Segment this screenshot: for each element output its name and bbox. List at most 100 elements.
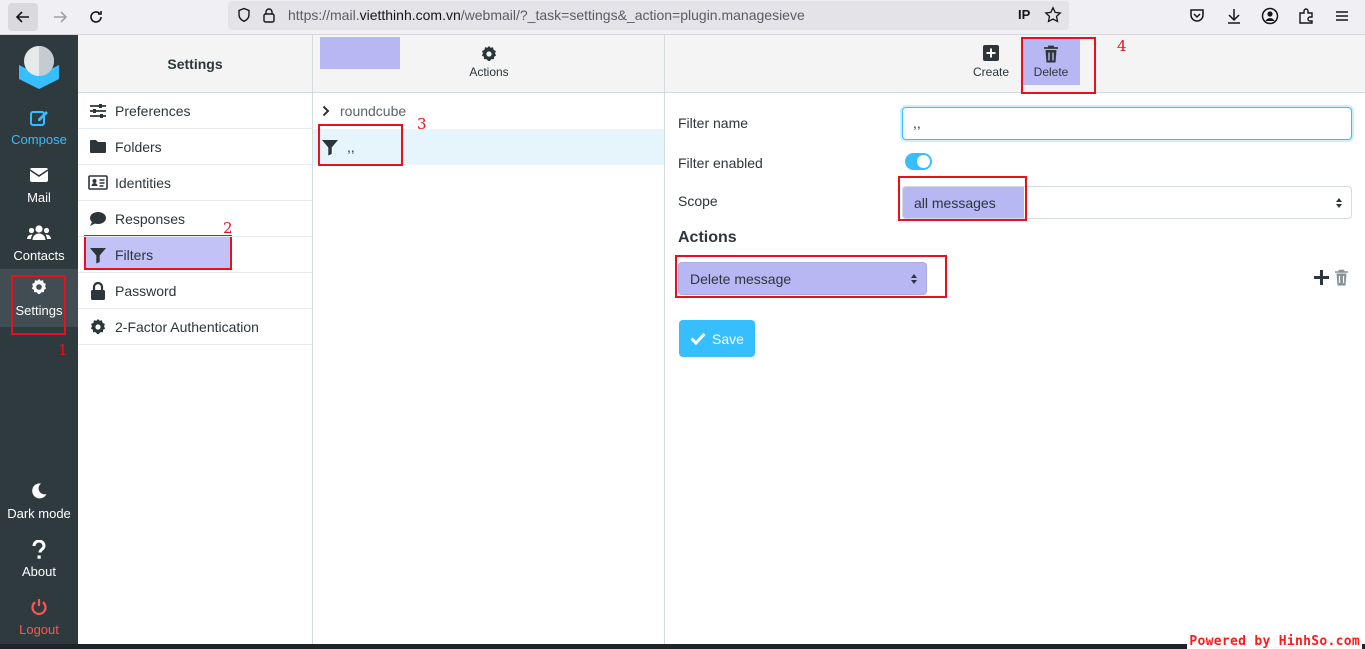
menu-label-preferences: Preferences [115,102,191,119]
menu-item-preferences[interactable]: Preferences [78,93,312,129]
compose-button[interactable]: Compose [0,102,78,158]
settings-menu: Settings Preferences Folders Identities … [78,35,313,644]
ip-badge[interactable]: IP [1018,7,1030,22]
menu-label-responses: Responses [115,210,186,227]
save-label: Save [712,330,744,347]
filter-item-content[interactable]: ,, [321,129,355,165]
url-prefix: https://mail. [288,7,360,23]
menu-icon[interactable] [1332,6,1352,26]
delete-action-icon[interactable] [1334,269,1349,289]
comment-icon [88,209,108,229]
lock-icon [88,281,108,301]
download-icon[interactable] [1224,6,1244,26]
roundcube-logo[interactable] [13,39,65,94]
filter-edit-panel: Create Delete Filter name ,, Filter enab… [665,35,1365,644]
arrow-right-icon [54,11,68,23]
shield-icon[interactable] [236,7,252,26]
menu-label-password: Password [115,282,177,299]
select-arrows-icon [910,273,918,285]
menu-label-2fa: 2-Factor Authentication [115,318,259,335]
url-path: /webmail/?_task=settings&_action=plugin.… [460,7,805,23]
url-domain: vietthinh.com.vn [359,7,461,23]
filter-enabled-label: Filter enabled [678,155,763,171]
dark-mode-label: Dark mode [7,506,71,521]
arrow-left-icon [15,11,29,23]
filter-icon [88,245,108,265]
menu-item-identities[interactable]: Identities [78,165,312,201]
reload-icon [90,11,102,23]
address-bar[interactable]: https://mail.vietthinh.com.vn/webmail/?_… [228,1,1069,30]
create-button[interactable]: Create [965,45,1017,79]
menu-item-password[interactable]: Password [78,273,312,309]
menu-label-folders: Folders [115,138,162,155]
menu-item-2fa[interactable]: 2-Factor Authentication [78,309,312,345]
mail-button[interactable]: Mail [0,160,78,216]
contacts-label: Contacts [13,248,65,263]
action-type-select[interactable]: Delete message [678,262,927,295]
lock-icon[interactable] [262,7,276,26]
delete-button[interactable]: Delete [1022,39,1080,85]
logout-label: Logout [19,622,59,637]
actions-section-title: Actions [678,229,737,246]
filter-icon [321,138,339,156]
back-button[interactable] [8,3,38,31]
mail-label: Mail [27,190,51,205]
select-arrows-icon [1335,197,1343,209]
filter-set-row[interactable]: roundcube [313,93,664,129]
settings-label: Settings [15,303,63,318]
watermark: Powered by HinhSo.com [1187,634,1362,649]
plus-square-icon [965,45,1017,65]
bookmark-star-icon[interactable] [1044,6,1062,27]
check-icon [690,332,706,345]
account-icon[interactable] [1260,6,1280,26]
gear-icon [88,317,108,337]
folder-icon [88,137,108,157]
create-label: Create [972,65,1010,79]
pocket-icon[interactable] [1187,6,1207,26]
gear-icon [463,45,515,65]
scope-select[interactable]: all messages [902,186,1352,219]
content-toolbar: Create Delete [665,35,1365,93]
delete-label: Delete [1033,65,1069,79]
id-card-icon [88,173,108,193]
scope-value: all messages [914,194,996,211]
gear-icon [0,278,78,298]
reload-button[interactable] [81,3,111,31]
scope-label: Scope [678,193,718,209]
question-icon [0,540,78,560]
forward-button[interactable] [45,3,75,31]
save-button[interactable]: Save [679,320,755,357]
app-rail: Compose Mail Contacts Settings Dark mode… [0,35,78,644]
contacts-button[interactable]: Contacts [0,218,78,274]
action-value: Delete message [690,270,792,287]
add-action-icon[interactable] [1313,269,1330,289]
extensions-icon[interactable] [1296,6,1316,26]
filter-item-name: ,, [347,139,355,155]
about-button[interactable]: About [0,534,78,590]
filter-enabled-toggle[interactable] [905,153,932,170]
compose-icon [0,108,78,128]
actions-button[interactable]: Actions [463,45,515,79]
url-text[interactable]: https://mail.vietthinh.com.vn/webmail/?_… [288,7,805,23]
compose-label: Compose [11,132,67,147]
filter-highlight [320,37,400,69]
menu-label-identities: Identities [115,174,172,191]
about-label: About [22,564,56,579]
users-icon [0,224,78,244]
menu-item-filters[interactable]: Filters [78,237,312,273]
actions-label: Actions [469,65,509,79]
trash-icon [1022,45,1080,65]
filter-name-input[interactable]: ,, [902,107,1352,140]
browser-toolbar: https://mail.vietthinh.com.vn/webmail/?_… [0,0,1365,35]
filters-panel: Actions roundcube [313,35,665,644]
menu-item-folders[interactable]: Folders [78,129,312,165]
menu-item-responses[interactable]: Responses [78,201,312,237]
settings-button[interactable]: Settings [0,269,78,327]
sliders-icon [88,101,108,121]
dark-mode-button[interactable]: Dark mode [0,476,78,532]
moon-icon [0,482,78,502]
logout-button[interactable]: Logout [0,592,78,648]
action-row-controls [1313,269,1349,289]
filter-list-item[interactable] [313,37,664,165]
filter-set-name: roundcube [340,103,407,119]
